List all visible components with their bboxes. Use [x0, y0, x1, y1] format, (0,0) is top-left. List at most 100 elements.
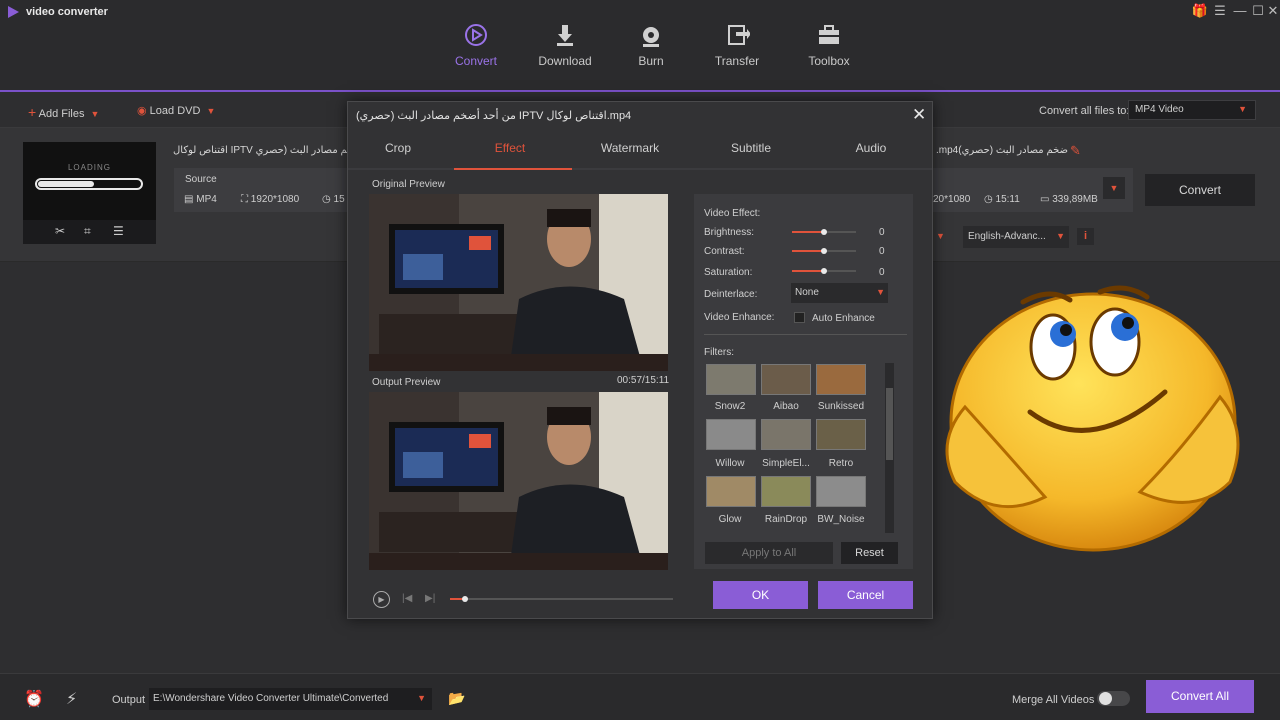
tab-crop[interactable]: Crop [343, 141, 453, 155]
gift-icon[interactable]: 🎁 [1190, 2, 1210, 20]
nav-burn-label: Burn [638, 54, 664, 68]
tab-subtitle[interactable]: Subtitle [696, 141, 806, 155]
filter-thumb-snow2[interactable] [706, 364, 756, 395]
add-files-button[interactable]: + Add Files ▼ [28, 104, 99, 120]
filter-name-aibao: Aibao [773, 401, 799, 412]
dvd-icon: ◉ [137, 105, 147, 117]
divider [704, 334, 907, 335]
target-format-dropdown[interactable]: ▼ [1103, 177, 1125, 199]
nav-transfer[interactable]: Transfer [697, 22, 777, 74]
target-duration-value: 15:11 [995, 194, 1020, 205]
seek-bar[interactable] [450, 598, 673, 600]
filter-thumb-raindrop[interactable] [761, 476, 811, 507]
filter-thumb-glow[interactable] [706, 476, 756, 507]
saturation-label: Saturation: [704, 267, 753, 278]
clock-icon: ◷ [984, 194, 993, 205]
crop-icon[interactable]: ⌗ [84, 224, 91, 239]
previous-frame-icon[interactable]: |◀ [402, 593, 412, 604]
filter-thumb-bw-noise[interactable] [816, 476, 866, 507]
filter-name-willow: Willow [715, 458, 745, 469]
nav-download-label: Download [538, 54, 592, 68]
active-tab-indicator [454, 168, 572, 170]
apply-to-all-button[interactable]: Apply to All [705, 542, 833, 564]
target-size-value: 339,89MB [1052, 194, 1098, 205]
plus-icon: + [28, 104, 37, 120]
filter-name-snow2: Snow2 [714, 401, 746, 412]
saturation-slider-handle[interactable] [821, 268, 827, 274]
nav-convert[interactable]: Convert [436, 22, 516, 74]
nav-download[interactable]: Download [525, 22, 605, 74]
auto-enhance-checkbox[interactable] [794, 312, 805, 323]
loading-progress-fill [38, 181, 94, 187]
filter-thumb-willow[interactable] [706, 419, 756, 450]
output-file-name: .mp4(من أحد أضخم مصادر البث (حصري [936, 145, 1068, 156]
source-duration-value: 15 [333, 194, 345, 205]
ok-button[interactable]: OK [713, 581, 808, 609]
trim-icon[interactable]: ✂ [55, 224, 65, 238]
dialog-close-icon[interactable]: ✕ [912, 105, 926, 125]
tab-effect[interactable]: Effect [455, 141, 565, 155]
filter-scrollbar-thumb[interactable] [886, 388, 893, 460]
effect-settings-icon[interactable]: ☰ [113, 224, 124, 238]
deinterlace-label: Deinterlace: [704, 289, 758, 300]
filter-name-simpleel: SimpleEl... [762, 458, 810, 469]
filter-thumb-simpleel[interactable] [761, 419, 811, 450]
schedule-icon[interactable]: ⏰ [24, 689, 44, 709]
target-resolution-value: 20*1080 [933, 194, 971, 205]
output-label: Output [112, 694, 146, 706]
load-dvd-label: Load DVD [149, 105, 201, 117]
nav-toolbox[interactable]: Toolbox [789, 22, 869, 74]
target-size: ▭ 339,89MB [1040, 194, 1098, 205]
play-icon[interactable]: ▶ [373, 591, 390, 608]
app-title: video converter [26, 6, 108, 18]
tab-watermark[interactable]: Watermark [575, 141, 685, 155]
dialog-title: (من أحد أضخم مصادر البث (حصري IPTV اقتنا… [356, 110, 632, 122]
transfer-icon [728, 25, 750, 45]
deinterlace-value: None [795, 287, 819, 298]
next-frame-icon[interactable]: ▶| [425, 593, 435, 604]
merge-all-videos-label: Merge All Videos [1012, 694, 1095, 706]
tab-audio[interactable]: Audio [816, 141, 926, 155]
video-effect-heading: Video Effect: [704, 208, 761, 219]
thumbnail-toolbar: ✂ ⌗ ☰ [23, 220, 156, 244]
contrast-slider-handle[interactable] [821, 248, 827, 254]
cancel-button[interactable]: Cancel [818, 581, 913, 609]
convert-format-value: MP4 Video [1135, 104, 1184, 115]
open-folder-icon[interactable]: 📂 [448, 690, 465, 707]
speed-icon[interactable]: ⚡ [66, 689, 77, 709]
convert-all-button[interactable]: Convert All [1146, 680, 1254, 713]
info-icon[interactable]: i [1077, 228, 1094, 245]
chevron-down-icon: ▼ [417, 693, 426, 703]
convert-button[interactable]: Convert [1145, 174, 1255, 206]
convert-icon [465, 24, 487, 46]
subtitle-select[interactable]: English-Advanc... ▼ [963, 226, 1069, 248]
chevron-down-icon: ▼ [876, 287, 885, 297]
output-path-field[interactable]: E:\Wondershare Video Converter Ultimate\… [149, 688, 432, 710]
deinterlace-select[interactable]: None ▼ [791, 283, 888, 303]
filter-thumb-retro[interactable] [816, 419, 866, 450]
add-files-label: Add Files [38, 108, 85, 120]
source-resolution-value: 1920*1080 [250, 194, 300, 205]
minimize-icon[interactable]: — [1230, 2, 1250, 20]
audio-track-dropdown[interactable]: ▼ [936, 231, 945, 241]
nav-burn[interactable]: Burn [611, 22, 691, 74]
chevron-down-icon: ▼ [1238, 104, 1247, 114]
filter-thumb-sunkissed[interactable] [816, 364, 866, 395]
source-format: ▤ MP4 [184, 194, 217, 205]
reset-button[interactable]: Reset [841, 542, 898, 564]
source-format-value: MP4 [196, 194, 217, 205]
edit-icon[interactable]: ✎ [1070, 143, 1081, 159]
source-resolution: ⛶ 1920*1080 [241, 194, 299, 205]
load-dvd-button[interactable]: ◉ Load DVD ▼ [137, 104, 215, 117]
brightness-value: 0 [879, 227, 885, 238]
filter-thumb-aibao[interactable] [761, 364, 811, 395]
brightness-slider-handle[interactable] [821, 229, 827, 235]
menu-icon[interactable]: ☰ [1210, 2, 1230, 20]
toolbox-icon [819, 25, 839, 44]
thinking-emoji-icon [945, 285, 1240, 552]
convert-format-select[interactable]: MP4 Video ▼ [1128, 100, 1256, 120]
seek-bar-handle[interactable] [462, 596, 468, 602]
video-enhance-label: Video Enhance: [704, 312, 775, 323]
close-window-icon[interactable]: ✕ [1263, 2, 1280, 20]
app-logo-icon [8, 6, 19, 18]
